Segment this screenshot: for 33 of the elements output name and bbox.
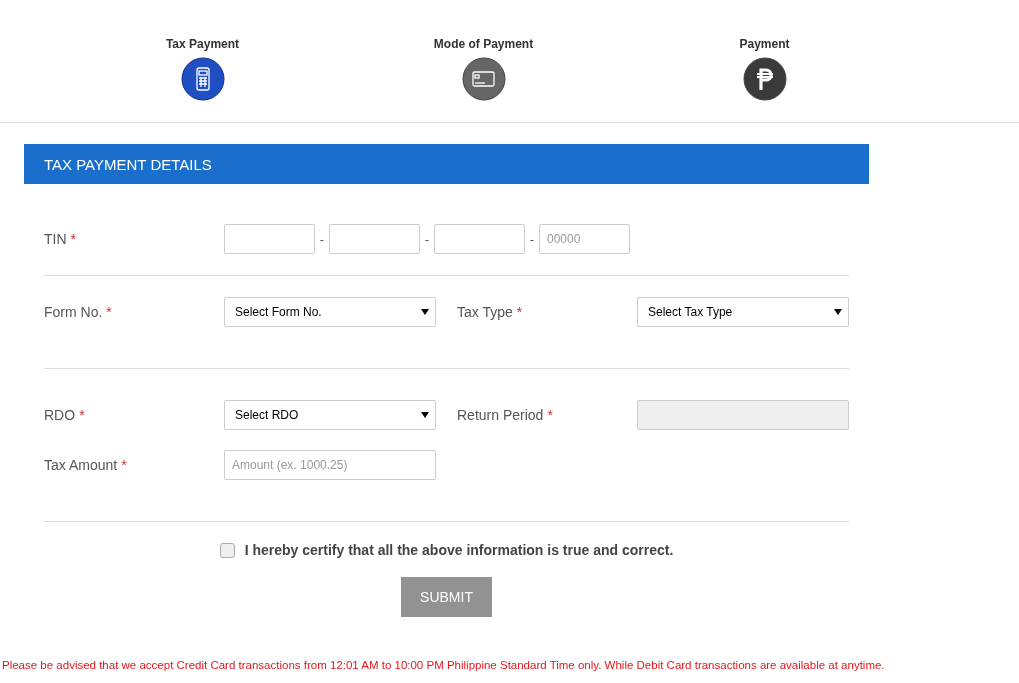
field-label: Tax Amount: [44, 457, 118, 473]
input-field[interactable]: [329, 224, 420, 254]
required-mark: *: [106, 304, 112, 320]
step-label: Payment: [739, 37, 790, 51]
step-label: Tax Payment: [165, 37, 240, 51]
field-label: Return Period: [457, 407, 544, 423]
required-mark: *: [79, 407, 85, 423]
input-field[interactable]: Amount (ex. 1000.25): [224, 450, 436, 480]
caret-icon: [834, 309, 842, 315]
caret-icon: [421, 309, 429, 315]
notice-text: Please be advised that we accept Credit Card transactions from 12:01 AM to 10:00 PM Philippine Standard Time only. While Debit Card transactions are available at anytime.: [2, 659, 886, 671]
required-mark: *: [121, 457, 127, 473]
certify-label: I hereby certify that all the above information is true and correct.: [244, 542, 674, 558]
field-label: RDO: [44, 407, 76, 423]
field-label: TIN: [44, 231, 67, 247]
input-field[interactable]: [224, 224, 315, 254]
checkbox[interactable]: [219, 542, 235, 558]
required-mark: *: [516, 304, 523, 320]
field-label: Form No.: [44, 304, 103, 320]
caret-icon: [421, 412, 429, 418]
select-dropdown[interactable]: Select Form No.: [224, 297, 436, 327]
input-field[interactable]: 00000: [539, 224, 630, 254]
input-field[interactable]: [434, 224, 525, 254]
select-dropdown[interactable]: Select RDO: [224, 400, 436, 430]
separator: -: [423, 231, 431, 247]
field-label: Tax Type: [457, 304, 513, 320]
panel-header: TAX PAYMENT DETAILS: [24, 144, 869, 184]
select-dropdown[interactable]: Select Tax Type: [637, 297, 849, 327]
separator: -: [528, 231, 536, 247]
step-label: Mode of Payment: [433, 37, 534, 51]
required-mark: *: [547, 407, 553, 423]
required-mark: *: [70, 231, 76, 247]
separator: -: [318, 231, 326, 247]
